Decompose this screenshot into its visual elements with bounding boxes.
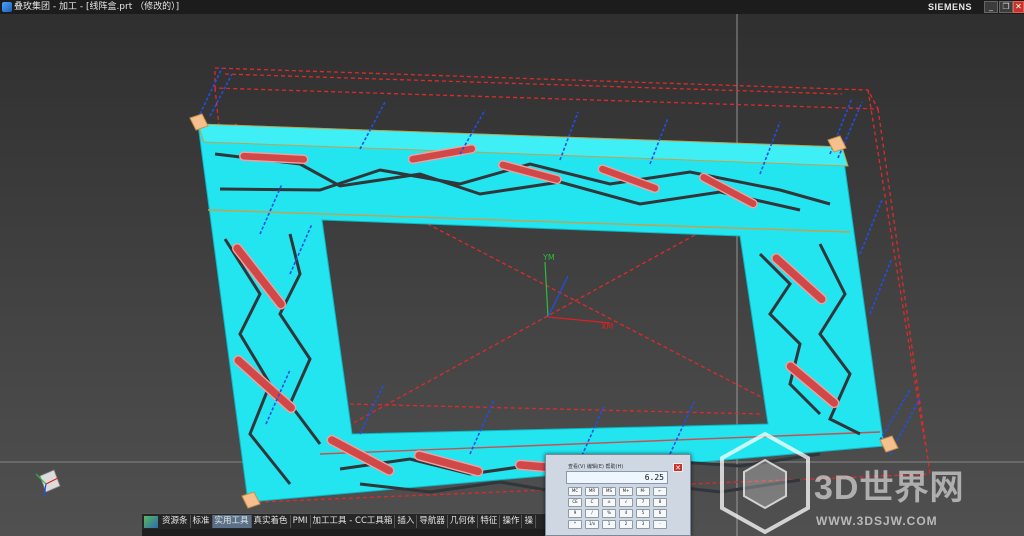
calc-key[interactable]: MR [585,487,599,496]
calc-key[interactable]: MC [568,487,582,496]
calc-key[interactable]: 5 [636,509,650,518]
tab-true-shading[interactable]: 真实着色 [252,515,291,528]
calc-key[interactable]: 4 [619,509,633,518]
calc-key[interactable]: CE [568,498,582,507]
calc-key[interactable]: ± [602,498,616,507]
calculator-close-icon[interactable]: ✕ [673,463,683,472]
calc-key[interactable]: 1/x [585,520,599,529]
nx-app-icon[interactable] [2,2,12,12]
calc-key[interactable]: 7 [636,498,650,507]
calc-key[interactable]: - [653,520,667,529]
tab-geometry[interactable]: 几何体 [448,515,479,528]
tab-utility-tools[interactable]: 实用工具 [212,515,252,528]
wcs-axes: XM YM [542,253,613,331]
nx-logo-icon[interactable] [144,515,158,528]
graphics-viewport[interactable]: XM YM 3D世界网 WWW.3DSJW.COM [0,14,1024,536]
calculator-window[interactable]: 查看(V) 编辑(E) 帮助(H) 6.25 MC MR MS M+ M- ← … [545,454,691,536]
calc-key[interactable]: % [602,509,616,518]
calc-key[interactable]: MS [602,487,616,496]
calc-key[interactable]: ← [653,487,667,496]
tab-resource-bar[interactable]: 资源条 [160,515,191,528]
calc-key[interactable]: 3 [636,520,650,529]
calc-key[interactable]: 6 [653,509,667,518]
title-bar: 叠玫集团 - 加工 - [线阵盒.prt （修改的）] SIEMENS _ ❐ … [0,0,1024,14]
tab-pmi[interactable]: PMI [291,515,311,528]
calculator-display: 6.25 [566,471,668,484]
axis-label-ym: YM [542,253,555,262]
calc-key[interactable]: 1 [602,520,616,529]
tab-operation[interactable]: 操作 [500,515,523,528]
tab-insert[interactable]: 插入 [395,515,418,528]
calc-key[interactable]: 9 [568,509,582,518]
tab-feature[interactable]: 特征 [478,515,501,528]
calc-key[interactable]: * [568,520,582,529]
tab-navigator[interactable]: 导航器 [417,515,448,528]
calc-key[interactable]: √ [619,498,633,507]
tab-machining-tools[interactable]: 加工工具 - CC工具箱 [311,515,396,528]
tab-standard[interactable]: 标准 [191,515,213,528]
restore-button[interactable]: ❐ [999,1,1013,13]
toolbar-icon-row [142,529,546,536]
watermark-main: 3D世界网 [814,469,965,507]
calc-key[interactable]: 8 [653,498,667,507]
view-triad[interactable] [35,469,61,497]
calc-key[interactable]: / [585,509,599,518]
calc-key[interactable]: M- [636,487,650,496]
siemens-brand: SIEMENS [928,2,973,12]
tab-more[interactable]: 操 [522,515,536,528]
calc-key[interactable]: C [585,498,599,507]
window-title: 叠玫集团 - 加工 - [线阵盒.prt （修改的）] [14,2,180,12]
calculator-menu[interactable]: 查看(V) 编辑(E) 帮助(H) [568,463,623,470]
minimize-button[interactable]: _ [984,1,998,13]
watermark-sub: WWW.3DSJW.COM [816,514,938,528]
axis-label-xm: XM [601,322,613,331]
calc-key[interactable]: M+ [619,487,633,496]
part-model-view[interactable]: XM YM [0,14,1024,536]
close-button[interactable]: ✕ [1013,1,1024,13]
calculator-keypad: MC MR MS M+ M- ← CE C ± √ 7 8 9 / % 4 5 … [568,487,672,529]
toolbar-tabs: 资源条 标准 实用工具 真实着色 PMI 加工工具 - CC工具箱 插入 导航器… [142,513,546,529]
calc-key[interactable]: 2 [619,520,633,529]
